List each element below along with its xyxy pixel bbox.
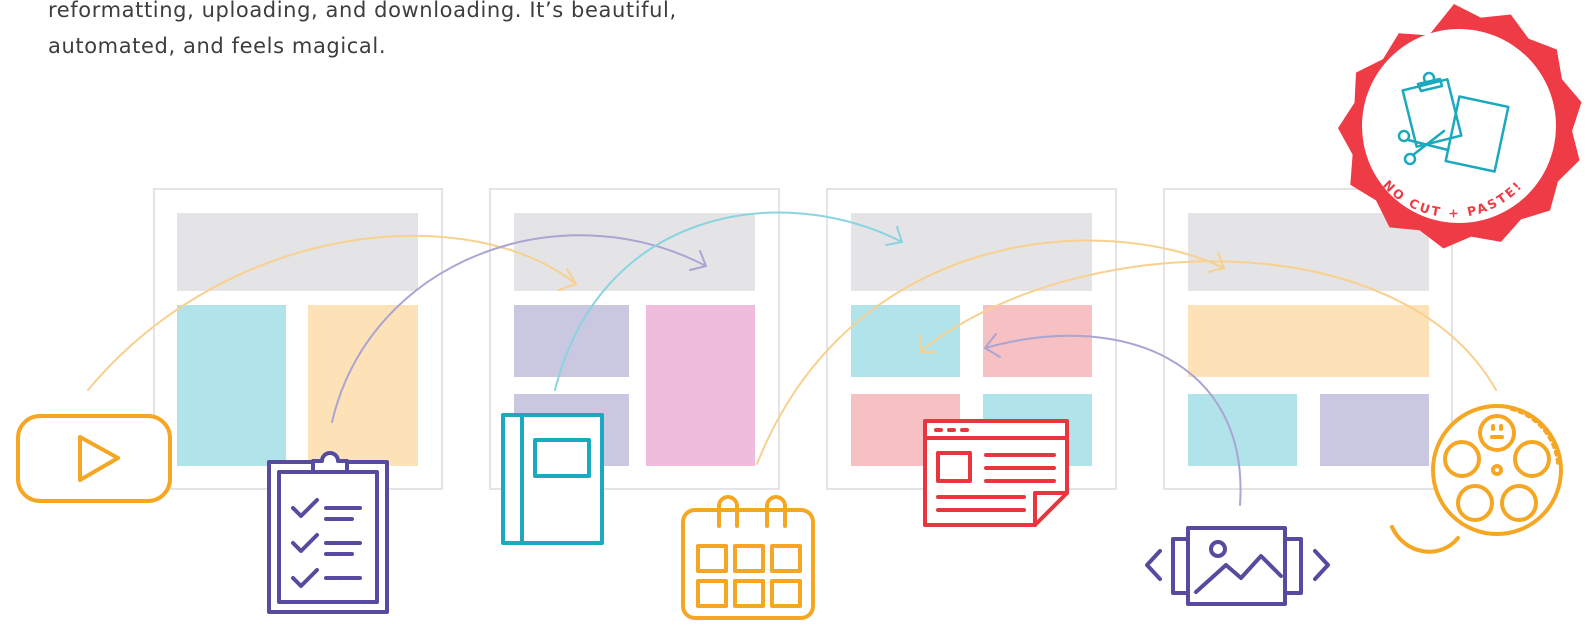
mockup-block	[308, 305, 418, 466]
notebook-icon	[501, 413, 604, 545]
mockup-block	[1320, 394, 1429, 466]
mockup-block	[851, 213, 1092, 291]
mockup-block	[983, 305, 1092, 377]
calendar-icon	[681, 495, 815, 620]
layout-mockup-1	[153, 188, 443, 490]
image-carousel-icon	[1145, 526, 1330, 606]
mockup-block	[851, 305, 960, 377]
checklist-clipboard-icon	[267, 451, 389, 614]
layout-mockup-4	[1163, 188, 1453, 490]
video-play-icon	[16, 414, 172, 503]
mockup-block	[646, 305, 755, 466]
mockup-block	[1188, 305, 1429, 377]
mockup-block	[1188, 394, 1297, 466]
article-document-icon	[923, 419, 1069, 527]
layout-illustration: NO CUT + PASTE!	[16, 4, 1582, 620]
mockup-block	[514, 213, 755, 291]
mockup-block	[177, 305, 286, 466]
